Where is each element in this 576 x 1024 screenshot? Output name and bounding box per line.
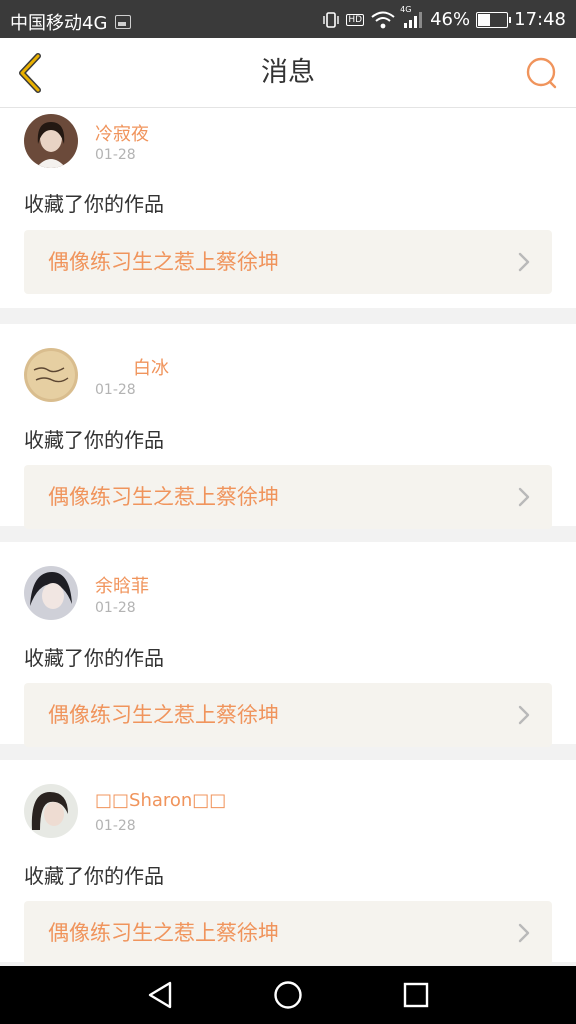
avatar[interactable] — [24, 348, 78, 402]
message-date: 01-28 — [95, 600, 136, 616]
chevron-right-icon — [518, 705, 530, 725]
circle-home-icon[interactable] — [272, 979, 304, 1011]
wifi-icon — [370, 11, 396, 29]
message-card: 冷寂夜 01-28 收藏了你的作品 偶像练习生之惹上蔡徐坤 — [0, 108, 576, 308]
search-icon — [526, 57, 557, 89]
work-title: 偶像练习生之惹上蔡徐坤 — [48, 485, 279, 509]
chevron-right-icon — [518, 487, 530, 507]
user-name[interactable]: 冷寂夜 — [95, 120, 149, 146]
chevron-right-icon — [518, 252, 530, 272]
square-recents-icon[interactable] — [400, 979, 432, 1011]
message-date: 01-28 — [95, 818, 136, 834]
action-text: 收藏了你的作品 — [24, 646, 164, 670]
status-bar: 中国移动4G HD 4G 46% 17:48 — [0, 0, 576, 38]
user-name[interactable]: □□Sharon□□ — [95, 790, 226, 811]
message-card: □□Sharon□□ 01-28 收藏了你的作品 偶像练习生之惹上蔡徐坤 — [0, 760, 576, 965]
carrier-label: 中国移动4G — [10, 13, 108, 34]
work-link[interactable]: 偶像练习生之惹上蔡徐坤 — [24, 683, 552, 747]
clock: 17:48 — [514, 9, 566, 30]
work-title: 偶像练习生之惹上蔡徐坤 — [48, 250, 279, 274]
message-date: 01-28 — [95, 147, 136, 163]
page-title: 消息 — [261, 57, 315, 88]
battery-icon — [476, 11, 512, 28]
work-title: 偶像练习生之惹上蔡徐坤 — [48, 703, 279, 727]
action-text: 收藏了你的作品 — [24, 192, 164, 216]
user-name[interactable]: 余晗菲 — [95, 572, 149, 598]
action-text: 收藏了你的作品 — [24, 428, 164, 452]
action-text: 收藏了你的作品 — [24, 864, 164, 888]
work-link[interactable]: 偶像练习生之惹上蔡徐坤 — [24, 230, 552, 294]
network-type-label: 4G — [400, 4, 412, 14]
cellular-signal-icon: 4G — [400, 5, 424, 29]
work-title: 偶像练习生之惹上蔡徐坤 — [48, 921, 279, 945]
avatar[interactable] — [24, 566, 78, 620]
battery-percent: 46% — [430, 9, 471, 30]
message-feed[interactable]: 冷寂夜 01-28 收藏了你的作品 偶像练习生之惹上蔡徐坤 白冰 01-28 收… — [0, 108, 576, 966]
vibrate-icon — [322, 11, 340, 29]
avatar[interactable] — [24, 784, 78, 838]
triangle-back-icon[interactable] — [144, 979, 176, 1011]
message-card: 余晗菲 01-28 收藏了你的作品 偶像练习生之惹上蔡徐坤 — [0, 542, 576, 747]
work-link[interactable]: 偶像练习生之惹上蔡徐坤 — [24, 465, 552, 529]
top-nav-bar: 消息 — [0, 38, 576, 108]
system-navigation-bar — [0, 966, 576, 1024]
gallery-notification-icon — [115, 15, 132, 29]
avatar[interactable] — [24, 114, 78, 168]
search-button[interactable] — [524, 55, 560, 91]
hd-voice-icon: HD — [346, 13, 365, 26]
message-card: 白冰 01-28 收藏了你的作品 偶像练习生之惹上蔡徐坤 — [0, 324, 576, 529]
user-name[interactable]: 白冰 — [133, 354, 169, 380]
message-date: 01-28 — [95, 382, 136, 398]
chevron-right-icon — [518, 923, 530, 943]
work-link[interactable]: 偶像练习生之惹上蔡徐坤 — [24, 901, 552, 965]
